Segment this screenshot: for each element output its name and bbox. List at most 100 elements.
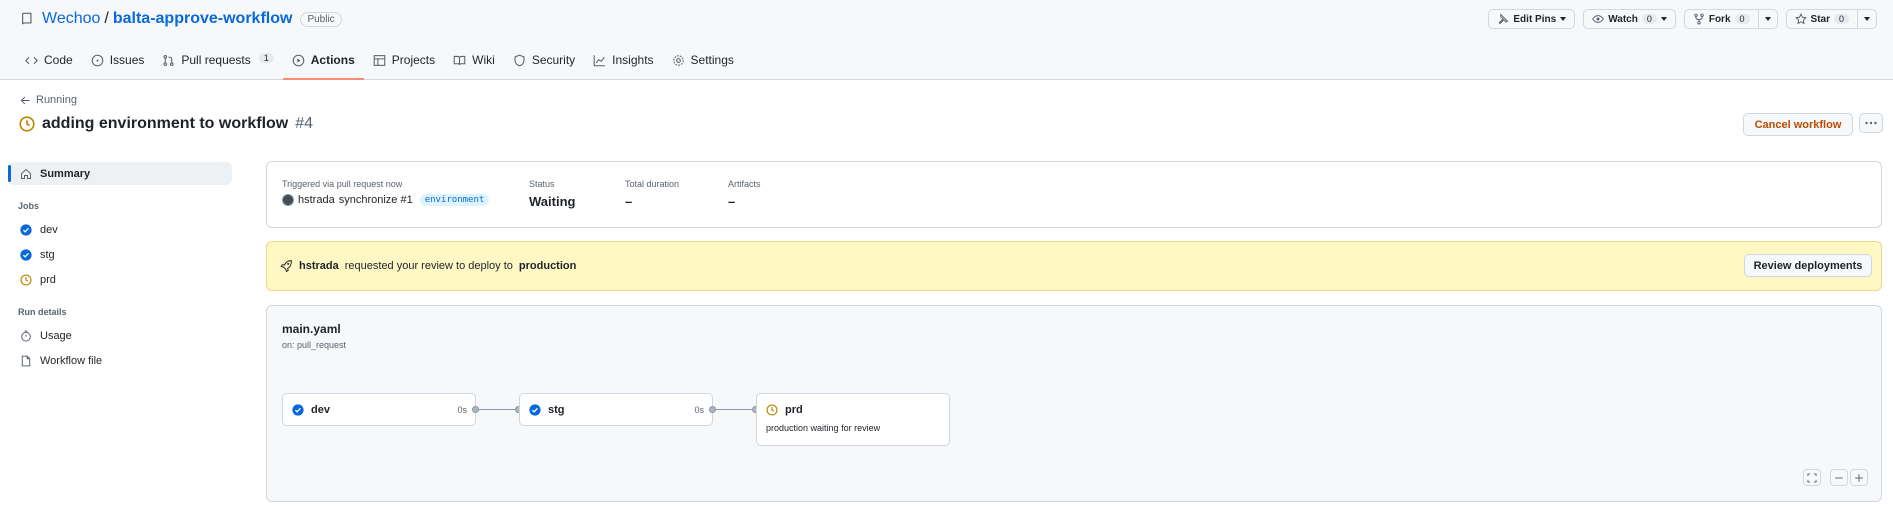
visibility-badge: Public (300, 11, 342, 27)
repo-header: Wechoo / balta-approve-workflow Public E… (0, 0, 1893, 80)
shield-icon (514, 54, 525, 67)
check-circle-icon (20, 248, 32, 261)
job-duration: 0s (457, 405, 467, 415)
edit-pins-label: Edit Pins (1513, 13, 1557, 25)
job-card-dev[interactable]: dev 0s (282, 393, 476, 426)
rocket-icon (280, 260, 292, 272)
actor-link[interactable]: hstrada (298, 194, 335, 206)
workflow-trigger: on: pull_request (282, 340, 347, 350)
kebab-horizontal-icon (1865, 121, 1877, 125)
tab-actions[interactable]: Actions (282, 50, 364, 80)
job-connector (478, 409, 518, 410)
star-count: 0 (1833, 14, 1849, 24)
repo-separator: / (104, 10, 109, 27)
repo-actions: Edit Pins Watch 0 Fork 0 Star 0 (1488, 9, 1877, 29)
star-icon (1794, 13, 1807, 25)
review-environment: production (518, 259, 577, 272)
chevron-down-icon (1764, 17, 1771, 21)
sidebar-item-summary[interactable]: Summary (8, 162, 232, 185)
clock-icon (20, 273, 32, 286)
artifacts-label: Artifacts (728, 179, 761, 189)
star-button[interactable]: Star 0 (1785, 9, 1877, 29)
tab-security[interactable]: Security (504, 50, 584, 80)
review-message: hstrada requested your review to deploy … (280, 259, 576, 272)
cancel-workflow-button[interactable]: Cancel workflow (1743, 113, 1853, 136)
check-circle-icon (20, 223, 32, 236)
pull-request-icon (163, 55, 174, 66)
run-summary: Triggered via pull request now hstrada s… (266, 161, 1882, 228)
duration-label: Total duration (625, 179, 680, 189)
tab-projects[interactable]: Projects (364, 50, 444, 80)
tab-label: Insights (612, 53, 654, 67)
fullscreen-button[interactable] (1803, 469, 1821, 486)
play-icon (292, 54, 305, 67)
fork-dropdown[interactable] (1757, 10, 1777, 28)
tab-label: Code (44, 53, 73, 67)
zoom-out-button[interactable] (1830, 469, 1848, 486)
tab-issues[interactable]: Issues (82, 50, 154, 80)
job-card-prd[interactable]: prd production waiting for review (756, 393, 950, 446)
job-name: dev (311, 404, 330, 416)
tab-settings[interactable]: Settings (663, 50, 743, 80)
watch-label: Watch (1608, 13, 1638, 25)
fork-count: 0 (1734, 14, 1750, 24)
edit-pins-button[interactable]: Edit Pins (1488, 9, 1576, 29)
review-actor[interactable]: hstrada (299, 260, 339, 272)
review-deployments-button[interactable]: Review deployments (1744, 254, 1872, 277)
file-icon (21, 355, 31, 366)
job-card-stg[interactable]: stg 0s (519, 393, 713, 426)
book-icon (453, 55, 466, 66)
chevron-down-icon (1660, 17, 1667, 21)
workflow-file-name: main.yaml (282, 322, 341, 336)
home-icon (21, 168, 31, 179)
tab-label: Projects (391, 53, 436, 67)
tab-wiki[interactable]: Wiki (444, 50, 504, 80)
sidebar-item-label: Usage (40, 329, 72, 342)
zoom-in-button[interactable] (1850, 469, 1868, 486)
job-connector (715, 409, 755, 410)
watch-button[interactable]: Watch 0 (1583, 9, 1676, 29)
repo-name-link[interactable]: balta-approve-workflow (113, 10, 293, 28)
event-link[interactable]: synchronize #1 (339, 194, 413, 206)
jobs-heading: Jobs (18, 201, 40, 211)
job-environment: production (766, 423, 809, 433)
tab-label: Issues (109, 53, 145, 67)
stopwatch-icon (21, 330, 31, 342)
duration-value: – (625, 194, 633, 209)
more-options-button[interactable] (1859, 113, 1883, 133)
tab-pull-requests[interactable]: Pull requests 1 (153, 50, 282, 80)
run-sidebar: Summary Jobs dev stg prd Run details Usa… (8, 162, 232, 374)
job-note: waiting for review (810, 423, 881, 433)
workflow-graph: main.yaml on: pull_request dev 0s stg 0s… (266, 305, 1882, 502)
watch-count: 0 (1641, 14, 1657, 24)
status-info: Status Waiting (529, 179, 575, 209)
clock-icon (766, 404, 778, 416)
trigger-value: hstrada synchronize #1 environment (282, 194, 490, 206)
tab-code[interactable]: Code (16, 50, 82, 80)
back-label: Running (36, 94, 77, 106)
sidebar-job-prd[interactable]: prd (8, 268, 232, 291)
code-icon (25, 56, 38, 65)
repo-tabs: Code Issues Pull requests 1 Actions Proj… (16, 50, 743, 80)
back-link[interactable]: Running (20, 94, 77, 106)
status-label: Status (529, 179, 555, 189)
sidebar-item-label: prd (40, 273, 56, 286)
branch-label[interactable]: environment (419, 194, 490, 206)
artifacts-info: Artifacts – (728, 179, 761, 209)
review-text: requested your review to deploy to (344, 259, 513, 272)
sidebar-item-workflow-file[interactable]: Workflow file (8, 349, 232, 372)
tab-insights[interactable]: Insights (584, 50, 662, 80)
table-icon (373, 55, 386, 66)
fork-button[interactable]: Fork 0 (1683, 9, 1778, 29)
sidebar-job-dev[interactable]: dev (8, 218, 232, 241)
sidebar-job-stg[interactable]: stg (8, 243, 232, 266)
pin-icon (1498, 13, 1509, 25)
repo-owner-link[interactable]: Wechoo (42, 10, 100, 28)
tab-label: Security (531, 53, 576, 67)
sidebar-item-usage[interactable]: Usage (8, 324, 232, 347)
repo-icon (22, 12, 32, 25)
star-dropdown[interactable] (1857, 10, 1876, 28)
run-number: #4 (295, 115, 314, 132)
run-title: adding environment to workflow #4 (19, 115, 313, 133)
minus-icon (1835, 477, 1843, 478)
